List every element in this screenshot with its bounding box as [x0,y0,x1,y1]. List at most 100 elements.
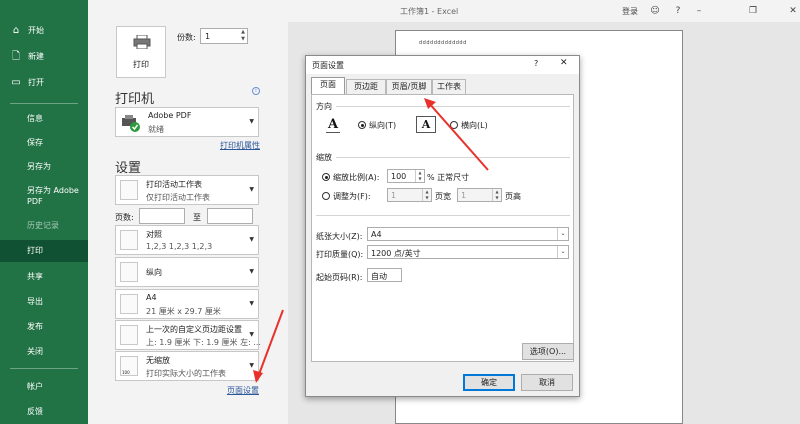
nav-info[interactable]: 信息 [0,113,88,125]
pages-to-input[interactable] [207,208,253,224]
nav-save[interactable]: 保存 [0,137,88,149]
chevron-down-icon[interactable]: ⌄ [557,246,568,258]
ok-button[interactable]: 确定 [463,374,515,391]
nav-history-label: 历史记录 [27,221,59,230]
nav-divider [10,103,78,104]
spinner-icon[interactable]: ▲ ▼ [422,189,431,201]
paper-size-value: A4 [371,230,382,239]
margins-l2: 上: 1.9 厘米 下: 1.9 厘米 左: ... [146,338,261,347]
options-button[interactable]: 选项(O)... [522,343,574,360]
printer-ready-icon [122,115,140,132]
fit-wide-input[interactable]: 1 ▲ ▼ [387,188,432,202]
restore-icon[interactable]: ❐ [746,4,760,18]
landscape-radio[interactable] [450,121,458,129]
collate-l1: 对照 [146,230,162,239]
collate-icon [120,230,138,250]
print-what-dropdown[interactable]: 打印活动工作表 仅打印活动工作表 ▼ [115,175,259,205]
chevron-down-icon: ▼ [249,236,254,243]
nav-close-label: 关闭 [27,347,43,356]
portrait-radio[interactable] [358,121,366,129]
section-divider [316,215,570,216]
copies-label: 份数: [177,33,196,42]
nav-save-as-pdf[interactable]: 另存为 Adobe PDF [0,185,80,207]
pages-label: 页数: [115,213,134,222]
scaling-group-title: 缩放 [316,153,332,162]
adjust-to-radio[interactable] [322,173,330,181]
smiley-icon[interactable]: ☺ [648,4,662,18]
nav-print[interactable]: 打印 [0,240,88,262]
nav-save-as[interactable]: 另存为 [0,161,88,173]
cancel-button[interactable]: 取消 [521,374,573,391]
print-button[interactable]: 打印 [116,26,166,78]
tab-header-footer[interactable]: 页眉/页脚 [386,79,432,94]
nav-share[interactable]: 共享 [0,271,88,283]
help-icon[interactable]: ? [671,4,685,18]
print-button-label: 打印 [133,60,149,69]
nav-feedback-label: 反馈 [27,407,43,416]
printer-heading: 打印机 [115,92,155,107]
paper-size-combo[interactable]: A4 ⌄ [367,227,569,241]
nav-export[interactable]: 导出 [0,296,88,308]
nav-publish-label: 发布 [27,322,43,331]
tab-margins[interactable]: 页边距 [346,79,386,94]
chevron-down-icon[interactable]: ⌄ [557,228,568,240]
copies-value: 1 [205,32,211,41]
copies-spinner-icon[interactable]: ▲ ▼ [241,29,245,43]
nav-new[interactable]: 🗋 新建 [0,51,88,63]
orientation-dropdown[interactable]: 纵向 ▼ [115,257,259,287]
minimize-icon[interactable]: – [692,4,706,18]
fit-tall-input[interactable]: 1 ▲ ▼ [457,188,502,202]
new-file-icon: 🗋 [11,51,21,62]
first-page-input[interactable]: 自动 [367,268,402,282]
pages-from-input[interactable] [139,208,185,224]
dialog-close-icon[interactable]: ✕ [560,58,568,68]
nav-feedback[interactable]: 反馈 [0,406,88,418]
adjust-to-input[interactable]: 100 ▲ ▼ [387,169,425,183]
nav-info-label: 信息 [27,114,43,123]
backstage-sidebar: ⌂ 开始 🗋 新建 ▭ 打开 信息 保存 另存为 另存为 Adobe PDF 历… [0,0,88,424]
info-icon[interactable]: i [252,87,260,95]
settings-heading: 设置 [115,161,142,176]
portrait-icon: A [326,117,340,133]
chevron-down-icon: ▼ [249,268,254,275]
dialog-help-icon[interactable]: ? [534,59,538,68]
nav-home[interactable]: ⌂ 开始 [0,25,88,37]
margins-dropdown[interactable]: 上一次的自定义页边距设置 上: 1.9 厘米 下: 1.9 厘米 左: ... … [115,320,261,350]
nav-account[interactable]: 帐户 [0,381,88,393]
nav-open[interactable]: ▭ 打开 [0,77,88,89]
printer-icon [133,35,151,49]
paper-icon [120,294,138,314]
tab-page[interactable]: 页面 [311,77,345,95]
paper-size-dropdown[interactable]: A4 21 厘米 x 29.7 厘米 ▼ [115,289,259,319]
print-what-l1: 打印活动工作表 [146,180,202,189]
margins-l1: 上一次的自定义页边距设置 [146,325,242,334]
page-setup-link[interactable]: 页面设置 [227,385,259,396]
title-bar: 工作簿1 - Excel 登录 ☺ ? – ❐ ✕ [88,0,800,22]
login-link[interactable]: 登录 [622,6,638,17]
print-quality-combo[interactable]: 1200 点/英寸 ⌄ [367,245,569,259]
close-window-icon[interactable]: ✕ [786,4,800,18]
collate-dropdown[interactable]: 对照 1,2,3 1,2,3 1,2,3 ▼ [115,225,259,255]
printer-dropdown[interactable]: Adobe PDF 就绪 ▼ [115,107,259,137]
arrow-to-page-setup-link [257,309,284,378]
spinner-icon[interactable]: ▲ ▼ [492,189,501,201]
spinner-icon[interactable]: ▲ ▼ [415,170,424,182]
portrait-label: 纵向(T) [369,121,397,130]
print-quality-label: 打印质量(Q): [316,250,364,259]
adjust-to-unit: % 正常尺寸 [427,173,470,182]
nav-close[interactable]: 关闭 [0,346,88,358]
page-tab-panel: 方向 A 纵向(T) A 横向(L) 缩放 缩放比例(A): 100 ▲ ▼ % … [311,94,574,362]
nav-export-label: 导出 [27,297,43,306]
nav-publish[interactable]: 发布 [0,321,88,333]
tab-sheet[interactable]: 工作表 [432,79,466,94]
fit-to-radio[interactable] [322,192,330,200]
fit-tall-value: 1 [461,191,467,200]
scaling-dropdown[interactable]: 100 无缩放 打印实际大小的工作表 ▼ [115,351,259,381]
dialog-title: 页面设置 [312,61,344,70]
collate-l2: 1,2,3 1,2,3 1,2,3 [146,242,213,251]
landscape-label: 横向(L) [461,121,488,130]
nav-new-label: 新建 [28,52,44,61]
nav-home-label: 开始 [28,26,44,35]
printer-properties-link[interactable]: 打印机属性 [220,140,260,151]
copies-input[interactable]: 1 ▲ ▼ [200,28,248,44]
